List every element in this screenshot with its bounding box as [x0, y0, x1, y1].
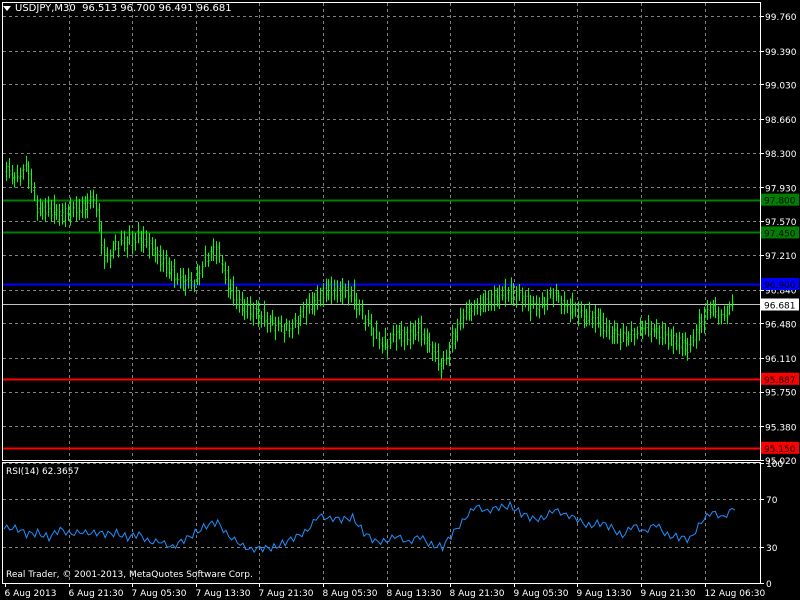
time-tick-label: 9 Aug 13:30	[577, 589, 632, 599]
price-tick-label: 95.380	[765, 423, 797, 433]
time-tick-label: 8 Aug 13:30	[387, 589, 442, 599]
rsi-title: RSI(14) 62.3657	[6, 467, 80, 477]
price-tick-label: 99.390	[765, 48, 797, 58]
price-chart[interactable]: 99.76099.39099.03098.66098.30097.93097.5…	[0, 0, 800, 600]
price-tick-label: 96.110	[765, 355, 797, 365]
chart-frame	[2, 2, 761, 584]
rsi-frame	[2, 462, 761, 584]
horizontal-lines[interactable]	[3, 199, 760, 450]
rsi-tick-label: 70	[766, 496, 778, 506]
time-tick-label: 6 Aug 21:30	[69, 589, 124, 599]
level-label-text: 97.800	[764, 197, 796, 207]
price-tick-label: 98.660	[765, 116, 797, 126]
rsi-axis: 100 70 30 0	[760, 460, 783, 590]
time-tick-label: 7 Aug 05:30	[132, 589, 187, 599]
symbol-timeframe: USDJPY,M30	[15, 3, 76, 14]
level-label-text: 95.887	[764, 376, 796, 386]
price-tick-label: 98.300	[765, 150, 797, 160]
rsi-tick-label: 100	[766, 460, 783, 470]
time-tick-label: 7 Aug 13:30	[196, 589, 251, 599]
price-tick-label: 99.760	[765, 13, 797, 23]
time-tick-label: 8 Aug 05:30	[323, 589, 378, 599]
price-tick-label: 99.030	[765, 81, 797, 91]
price-axis: 99.76099.39099.03098.66098.30097.93097.5…	[760, 13, 797, 467]
time-tick-label: 9 Aug 21:30	[641, 589, 696, 599]
level-label-text: 96.900	[764, 281, 796, 291]
rsi-grid	[3, 463, 760, 584]
time-tick-label: 12 Aug 06:30	[705, 589, 766, 599]
price-tick-label: 95.750	[765, 389, 797, 399]
rsi-tick-label: 0	[766, 580, 772, 590]
price-tick-label: 96.480	[765, 320, 797, 330]
time-tick-label: 8 Aug 21:30	[450, 589, 505, 599]
ohlc-values: 96.513 96.700 96.491 96.681	[82, 3, 232, 14]
level-label-text: 97.450	[764, 229, 796, 239]
time-tick-label: 7 Aug 21:30	[259, 589, 314, 599]
rsi-series-line	[3, 500, 736, 554]
dropdown-triangle-icon[interactable]	[3, 5, 11, 11]
rsi-tick-label: 30	[766, 544, 778, 554]
candlesticks	[5, 155, 734, 380]
time-tick-label: 9 Aug 05:30	[514, 589, 569, 599]
price-tick-label: 97.930	[765, 184, 797, 194]
time-axis: 6 Aug 2013 6 Aug 21:30 7 Aug 05:30 7 Aug 13…	[5, 583, 766, 599]
copyright-text: Real Trader, © 2001-2013, MetaQuotes Sof…	[6, 570, 253, 580]
level-label-text: 95.150	[764, 445, 796, 455]
time-tick-label: 6 Aug 2013	[5, 589, 57, 599]
chart-header: USDJPY,M30 96.513 96.700 96.491 96.681	[3, 3, 232, 14]
current-price-label: 96.681	[764, 302, 796, 312]
price-tick-label: 97.210	[765, 252, 797, 262]
rsi-line	[3, 500, 736, 554]
